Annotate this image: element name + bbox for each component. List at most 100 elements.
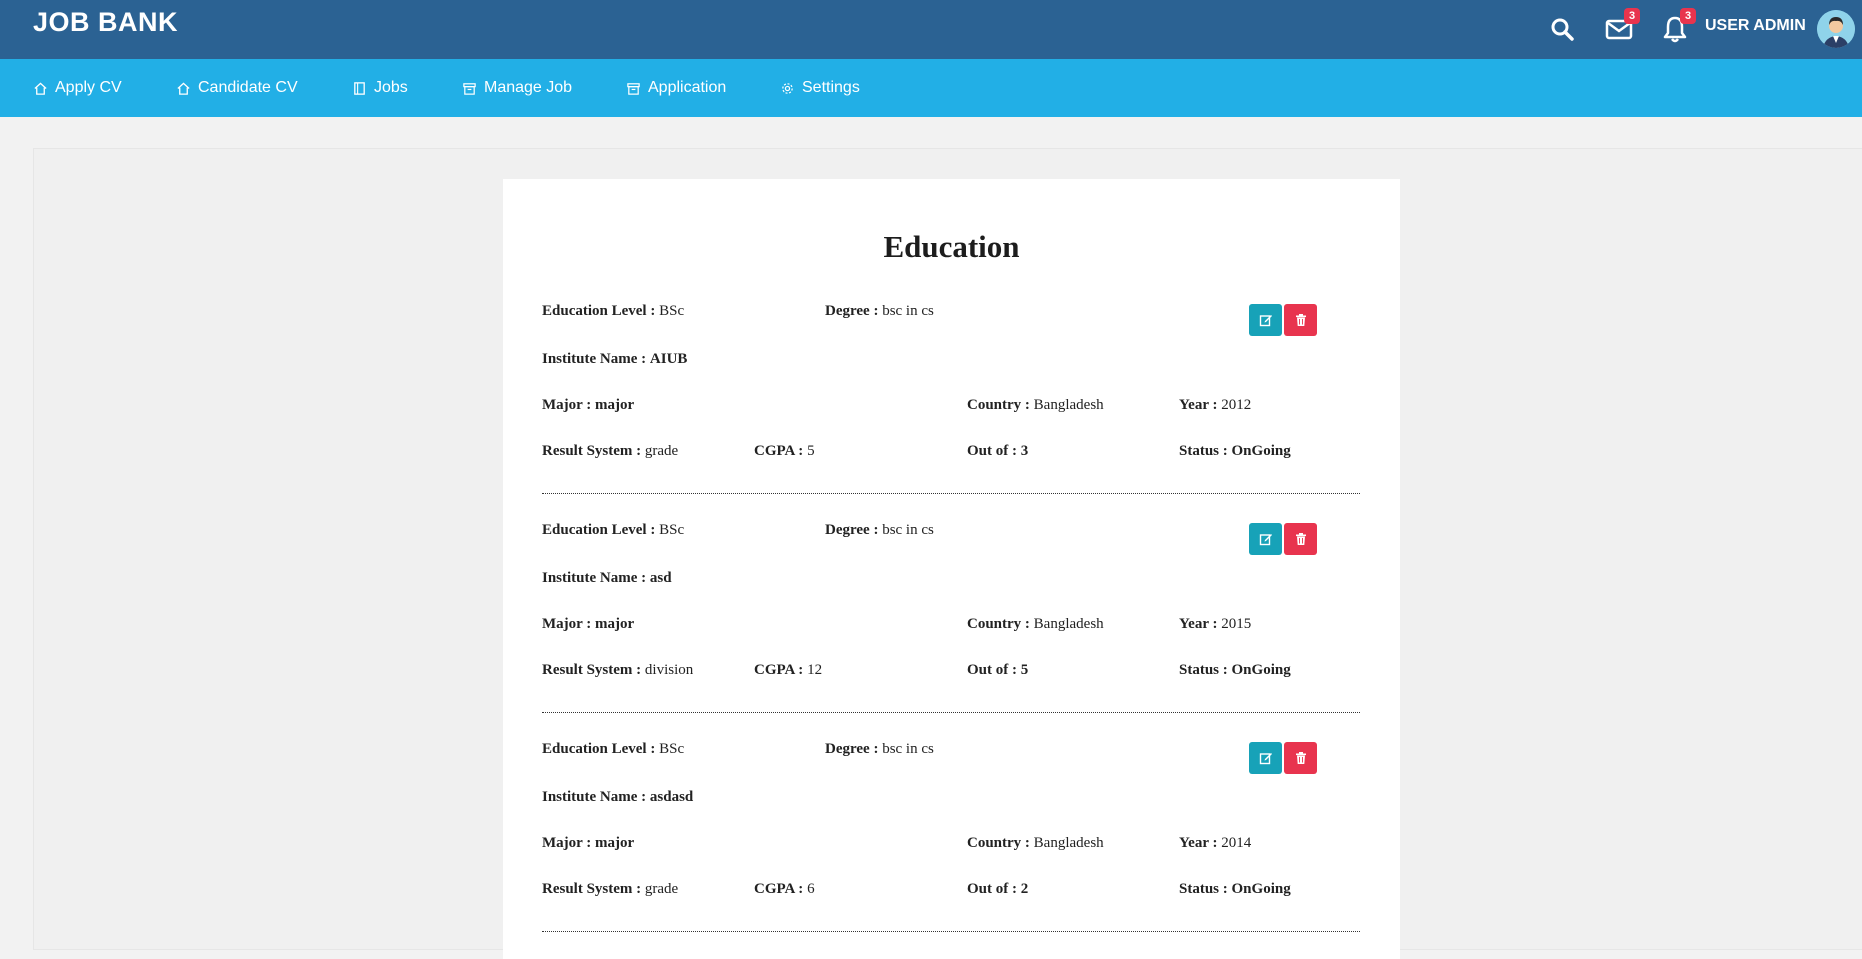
nav-item-application[interactable]: Application: [626, 59, 726, 117]
field-value: bsc in cs: [882, 741, 934, 757]
institute-field: Institute Name : asdasd: [542, 789, 693, 806]
major-field: Major : major: [542, 397, 634, 414]
mail-icon[interactable]: 3: [1604, 8, 1640, 44]
home-icon: [33, 81, 48, 96]
field-label: Status :: [1179, 662, 1228, 678]
nav-label: Candidate CV: [198, 79, 298, 96]
field-value: Bangladesh: [1033, 616, 1104, 632]
edit-button[interactable]: [1249, 523, 1282, 555]
out-of-field: Out of : 2: [967, 881, 1028, 898]
field-label: Result System :: [542, 443, 642, 459]
country-field: Country : Bangladesh: [967, 397, 1104, 414]
home-icon: [176, 81, 191, 96]
field-label: Major :: [542, 397, 592, 413]
search-icon[interactable]: [1547, 14, 1577, 44]
field-value: Bangladesh: [1033, 397, 1104, 413]
field-label: Degree :: [825, 741, 879, 757]
nav-item-apply-cv[interactable]: Apply CV: [33, 59, 122, 117]
major-field: Major : major: [542, 616, 634, 633]
status-field: Status : OnGoing: [1179, 443, 1291, 460]
field-value: bsc in cs: [882, 522, 934, 538]
nav-item-manage-job[interactable]: Manage Job: [462, 59, 572, 117]
field-value: OnGoing: [1231, 881, 1291, 897]
field-label: Major :: [542, 835, 592, 851]
main-nav: Apply CV Candidate CV Jobs Manage Job Ap…: [0, 59, 1862, 117]
nav-item-settings[interactable]: Settings: [780, 59, 860, 117]
brand-logo[interactable]: JOB BANK: [33, 7, 178, 38]
field-value: major: [595, 397, 635, 413]
nav-label: Manage Job: [484, 79, 573, 96]
field-label: Education Level :: [542, 303, 656, 319]
field-label: Year :: [1179, 835, 1218, 851]
field-value: 3: [1020, 443, 1029, 459]
field-value: bsc in cs: [882, 303, 934, 319]
out-of-field: Out of : 3: [967, 443, 1028, 460]
field-value: AIUB: [649, 351, 688, 367]
delete-button[interactable]: [1284, 742, 1317, 774]
status-field: Status : OnGoing: [1179, 662, 1291, 679]
record-divider: [542, 493, 1360, 494]
field-value: major: [595, 616, 635, 632]
field-value: 12: [807, 662, 823, 678]
field-value: asdasd: [649, 789, 694, 805]
field-value: major: [595, 835, 635, 851]
country-field: Country : Bangladesh: [967, 835, 1104, 852]
education-level-field: Education Level : BSc: [542, 303, 684, 320]
nav-item-candidate-cv[interactable]: Candidate CV: [176, 59, 298, 117]
field-label: CGPA :: [754, 443, 804, 459]
bell-icon[interactable]: 3: [1660, 8, 1696, 44]
major-field: Major : major: [542, 835, 634, 852]
field-label: Country :: [967, 397, 1030, 413]
book-icon: [352, 81, 367, 96]
user-name[interactable]: USER ADMIN: [1705, 17, 1806, 35]
edit-icon: [1259, 751, 1273, 765]
field-value: BSc: [659, 741, 685, 757]
cgpa-field: CGPA : 12: [754, 662, 822, 679]
field-value: grade: [644, 443, 679, 459]
delete-button[interactable]: [1284, 304, 1317, 336]
result-system-field: Result System : grade: [542, 881, 678, 898]
field-label: Institute Name :: [542, 570, 647, 586]
field-value: Bangladesh: [1033, 835, 1104, 851]
education-record: Education Level : BSc Degree : bsc in cs…: [542, 731, 1360, 950]
field-label: CGPA :: [754, 662, 804, 678]
record-divider: [542, 931, 1360, 932]
education-card: Education Education Level : BSc Degree :…: [503, 179, 1400, 959]
year-field: Year : 2015: [1179, 616, 1251, 633]
trash-icon: [1294, 313, 1308, 327]
field-value: 5: [1020, 662, 1029, 678]
mail-count-badge: 3: [1624, 8, 1640, 24]
education-level-field: Education Level : BSc: [542, 522, 684, 539]
field-label: Out of :: [967, 662, 1017, 678]
field-value: 2012: [1221, 397, 1252, 413]
field-label: Major :: [542, 616, 592, 632]
page-title: Education: [883, 229, 1020, 264]
trash-icon: [1294, 532, 1308, 546]
field-label: Out of :: [967, 881, 1017, 897]
cgpa-field: CGPA : 6: [754, 881, 815, 898]
notification-count-badge: 3: [1680, 8, 1696, 24]
delete-button[interactable]: [1284, 523, 1317, 555]
field-value: OnGoing: [1231, 662, 1291, 678]
field-label: Result System :: [542, 662, 642, 678]
field-value: 5: [807, 443, 815, 459]
cgpa-field: CGPA : 5: [754, 443, 815, 460]
field-label: Country :: [967, 835, 1030, 851]
avatar[interactable]: [1817, 10, 1855, 48]
field-label: Degree :: [825, 522, 879, 538]
nav-item-jobs[interactable]: Jobs: [352, 59, 408, 117]
institute-field: Institute Name : AIUB: [542, 351, 687, 368]
trash-icon: [1294, 751, 1308, 765]
edit-button[interactable]: [1249, 304, 1282, 336]
field-label: Year :: [1179, 616, 1218, 632]
result-system-field: Result System : grade: [542, 443, 678, 460]
country-field: Country : Bangladesh: [967, 616, 1104, 633]
field-label: Year :: [1179, 397, 1218, 413]
field-label: Institute Name :: [542, 789, 647, 805]
degree-field: Degree : bsc in cs: [825, 522, 934, 539]
field-value: asd: [649, 570, 672, 586]
edit-button[interactable]: [1249, 742, 1282, 774]
field-value: grade: [644, 881, 679, 897]
field-label: Status :: [1179, 881, 1228, 897]
field-value: BSc: [659, 303, 685, 319]
